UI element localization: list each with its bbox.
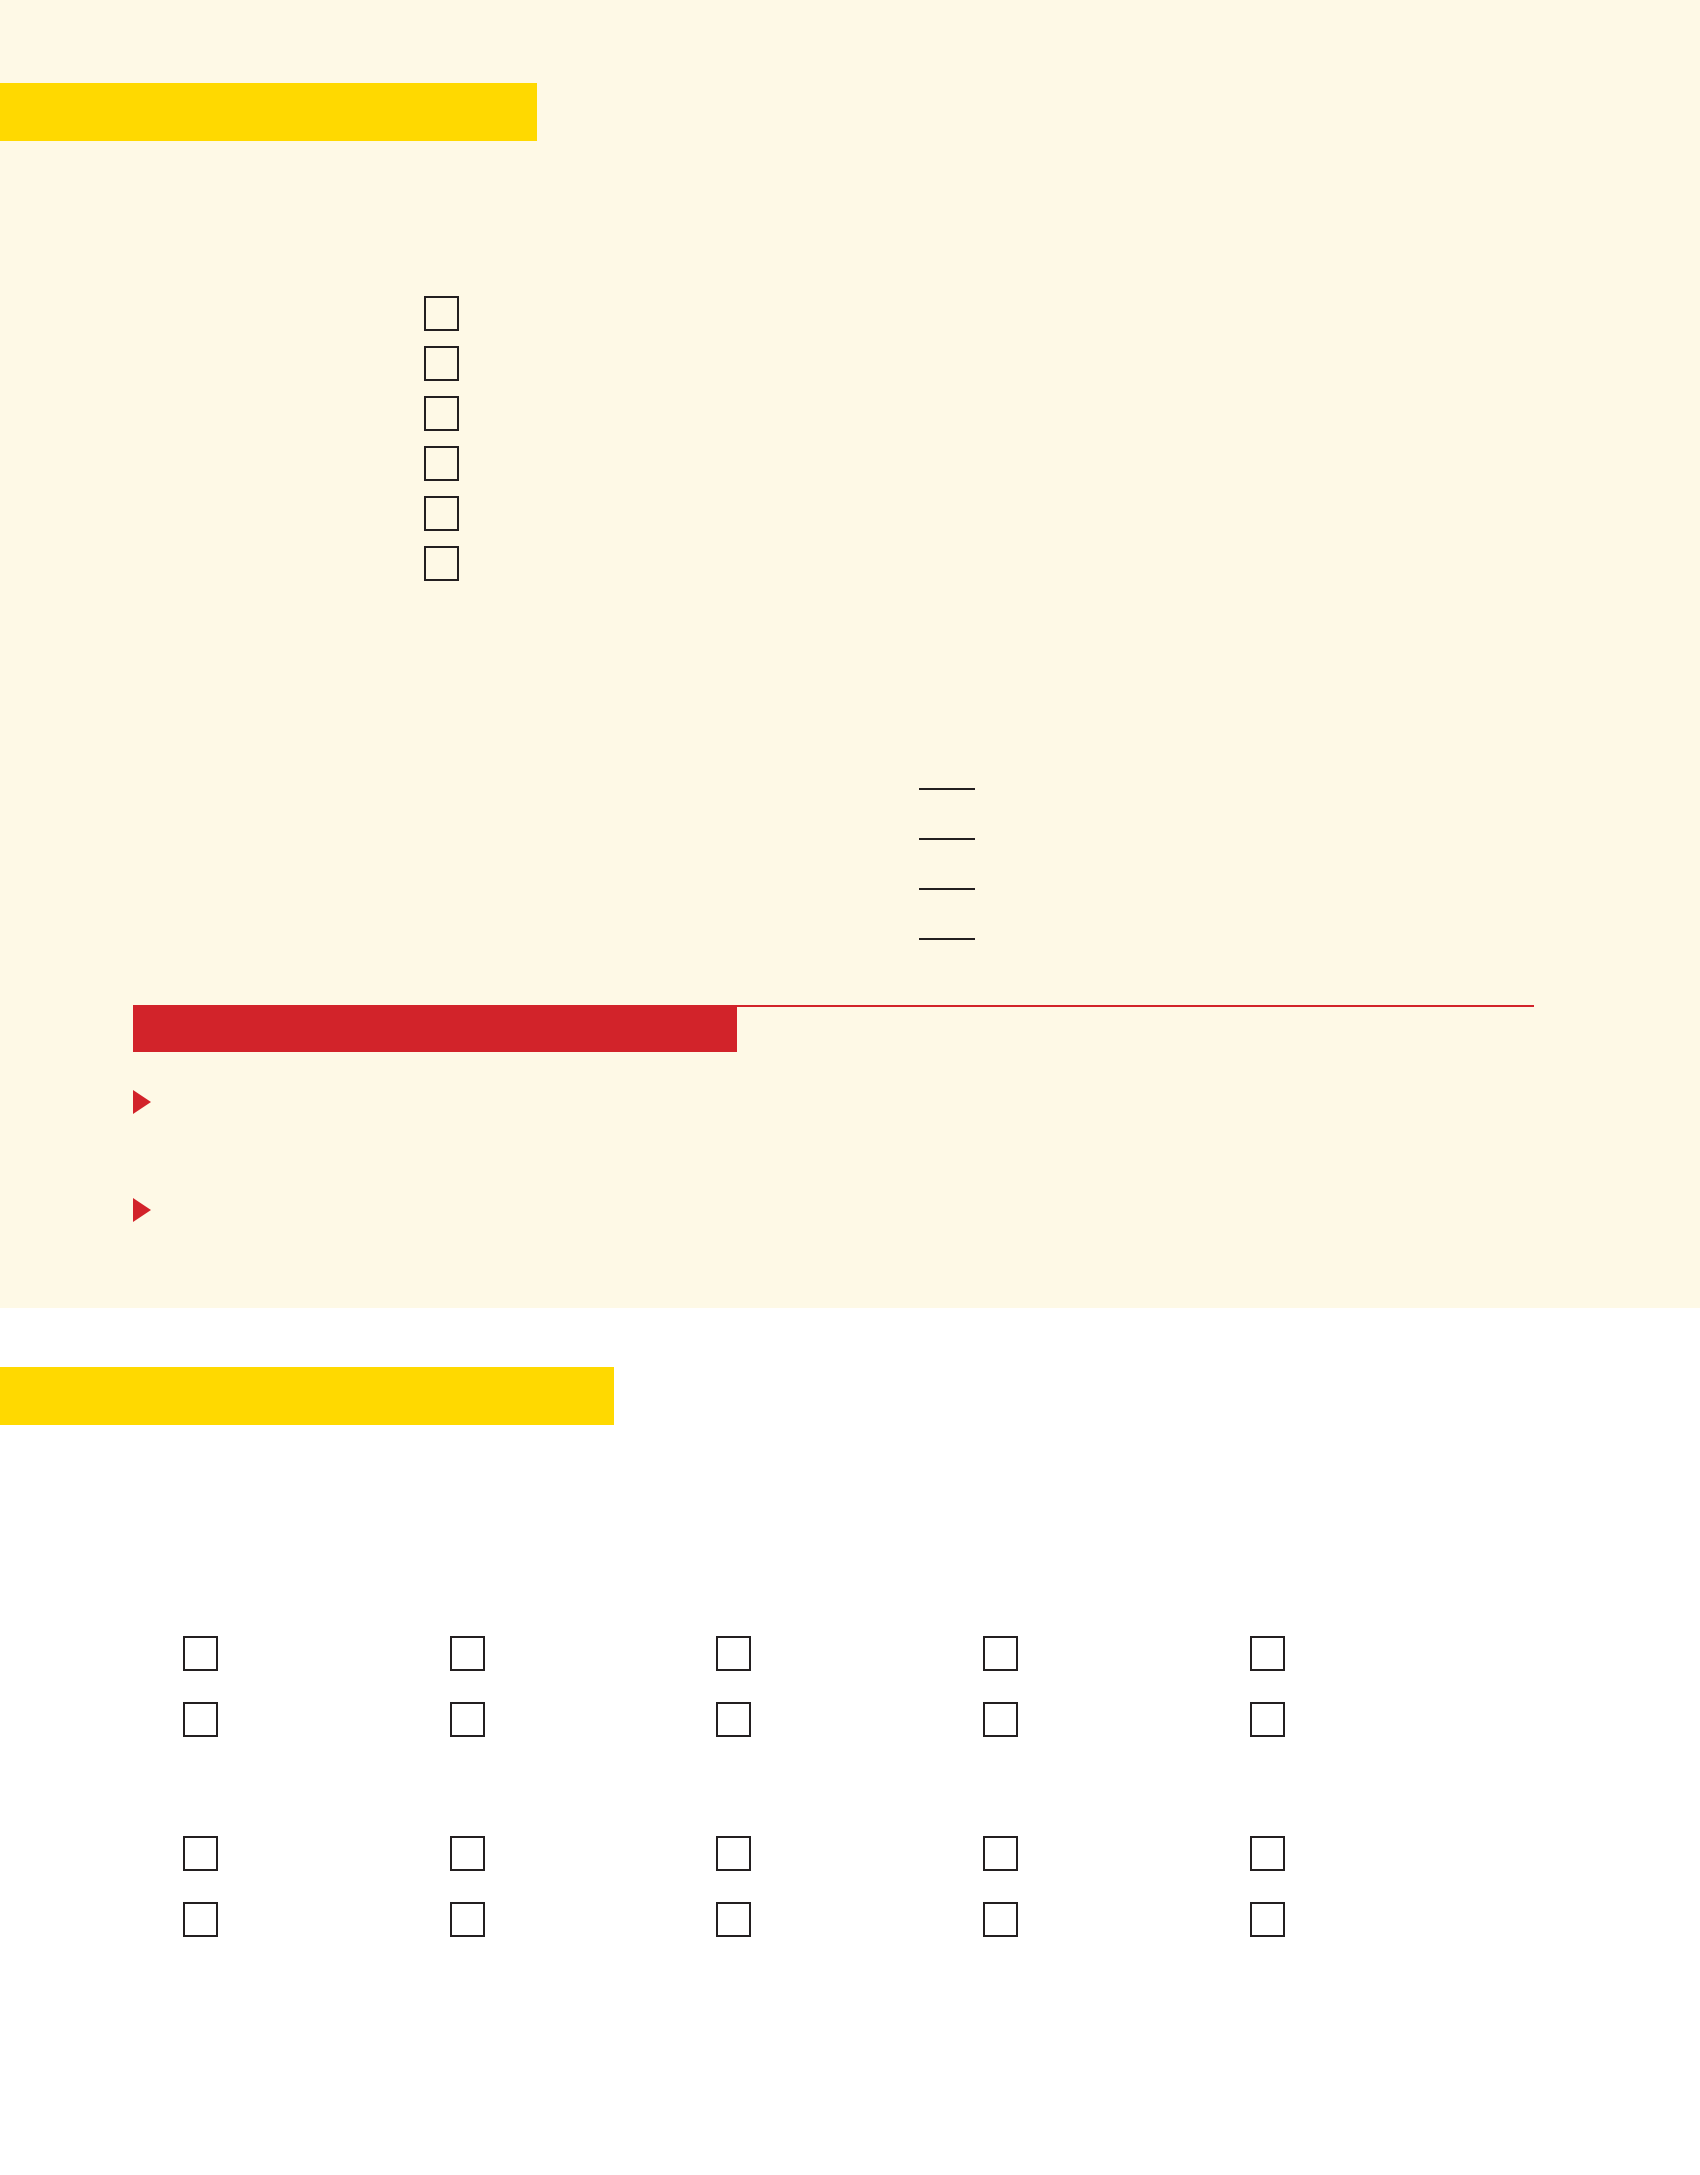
- grid-checkbox-r4-c3[interactable]: [716, 1902, 751, 1937]
- checklist-checkbox-3[interactable]: [424, 396, 459, 431]
- answer-blank-3[interactable]: [919, 888, 975, 890]
- checklist-checkbox-2[interactable]: [424, 346, 459, 381]
- grid-checkbox-r2-c3[interactable]: [716, 1702, 751, 1737]
- grid-checkbox-r3-c3[interactable]: [716, 1836, 751, 1871]
- grid-checkbox-r1-c3[interactable]: [716, 1636, 751, 1671]
- section-one-header-bar: [0, 83, 537, 141]
- checklist-checkbox-4[interactable]: [424, 446, 459, 481]
- checklist-checkbox-6[interactable]: [424, 546, 459, 581]
- section-two-header-bar: [0, 1367, 614, 1425]
- answer-blank-2[interactable]: [919, 838, 975, 840]
- grid-checkbox-r3-c1[interactable]: [183, 1836, 218, 1871]
- grid-checkbox-r1-c5[interactable]: [1250, 1636, 1285, 1671]
- section-one-panel: [0, 0, 1700, 1308]
- grid-checkbox-r2-c2[interactable]: [450, 1702, 485, 1737]
- grid-checkbox-r2-c5[interactable]: [1250, 1702, 1285, 1737]
- grid-checkbox-r2-c4[interactable]: [983, 1702, 1018, 1737]
- triangle-right-icon: [133, 1090, 151, 1114]
- grid-checkbox-r3-c2[interactable]: [450, 1836, 485, 1871]
- grid-checkbox-r4-c5[interactable]: [1250, 1902, 1285, 1937]
- grid-checkbox-r4-c1[interactable]: [183, 1902, 218, 1937]
- grid-checkbox-r1-c4[interactable]: [983, 1636, 1018, 1671]
- grid-checkbox-r3-c5[interactable]: [1250, 1836, 1285, 1871]
- worksheet-page: [0, 0, 1700, 2175]
- grid-checkbox-r1-c1[interactable]: [183, 1636, 218, 1671]
- grid-checkbox-r3-c4[interactable]: [983, 1836, 1018, 1871]
- checklist-checkbox-1[interactable]: [424, 296, 459, 331]
- grid-checkbox-r1-c2[interactable]: [450, 1636, 485, 1671]
- grid-checkbox-r2-c1[interactable]: [183, 1702, 218, 1737]
- checklist-checkbox-5[interactable]: [424, 496, 459, 531]
- answer-blank-1[interactable]: [919, 788, 975, 790]
- red-heading-band: [133, 1006, 737, 1052]
- answer-blank-4[interactable]: [919, 938, 975, 940]
- grid-checkbox-r4-c4[interactable]: [983, 1902, 1018, 1937]
- triangle-right-icon: [133, 1198, 151, 1222]
- grid-checkbox-r4-c2[interactable]: [450, 1902, 485, 1937]
